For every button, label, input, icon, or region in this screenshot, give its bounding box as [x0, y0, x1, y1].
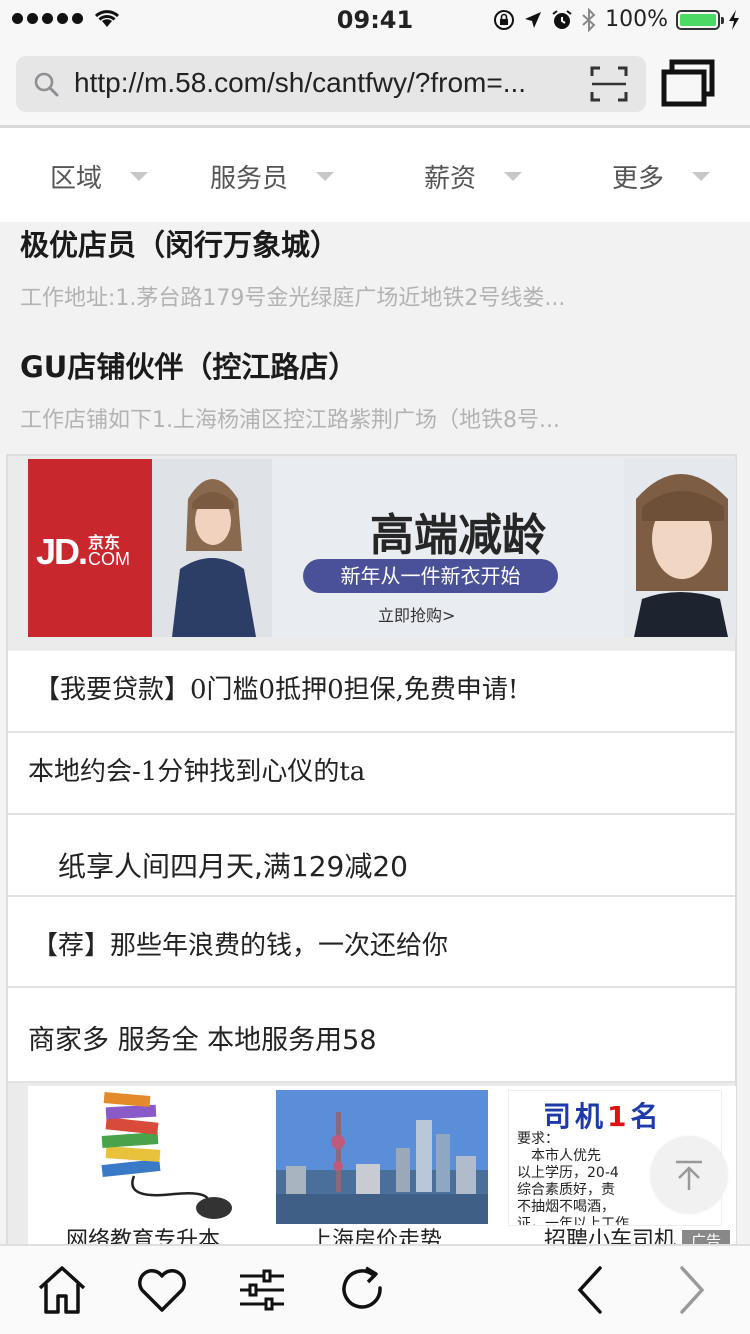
jd-logo-com: COM [88, 549, 130, 569]
text-ad-58[interactable]: 商家多 服务全 本地服务用58 [8, 988, 735, 1083]
filter-label: 更多 [612, 164, 665, 194]
charging-bolt-icon [729, 9, 739, 30]
banner-headline: 高端减龄 [370, 510, 546, 561]
chevron-down-icon [504, 172, 523, 181]
orientation-lock-icon [494, 9, 515, 30]
thumbnail-ads: 司机1名 要求： 本市人优先 以上学历，20-4 综合素质好，责 不抽烟不喝酒，… [28, 1086, 736, 1253]
filter-label: 区域 [50, 164, 103, 194]
text-ad-label: 商家多 服务全 本地服务用58 [28, 1025, 377, 1056]
qr-scan-icon[interactable] [590, 66, 628, 102]
text-ad-dating[interactable]: 本地约会-1分钟找到心仪的ta [8, 733, 735, 815]
driver-ad-heading: 司机1名 [543, 1100, 663, 1133]
model-photo-left [152, 459, 272, 637]
job-description: 工作店铺如下1.上海杨浦区控江路紫荆广场（地铁8号... [20, 408, 560, 433]
address-bar[interactable]: http://m.58.com/sh/cantfwy/?from=... [16, 56, 646, 112]
filter-label: 服务员 [210, 164, 289, 194]
job-listing[interactable]: 极优店员（闵行万象城） 工作地址:1.茅台路179号金光绿庭广场近地铁2号线娄.… [20, 222, 740, 312]
thumb-ad-education[interactable] [44, 1090, 272, 1224]
filter-salary[interactable]: 薪资 [424, 158, 523, 195]
favorite-heart-icon[interactable] [136, 1264, 188, 1316]
search-icon [34, 72, 59, 97]
browser-toolbar: http://m.58.com/sh/cantfwy/?from=... [0, 40, 750, 128]
settings-sliders-icon[interactable] [236, 1264, 288, 1316]
driver-ad-body: 要求： 本市人优先 以上学历，20-4 综合素质好，责 不抽烟不喝酒， 证，一年… [517, 1131, 629, 1226]
job-description: 工作地址:1.茅台路179号金光绿庭广场近地铁2号线娄... [20, 286, 566, 311]
chevron-down-icon [692, 172, 711, 181]
arrow-up-icon [676, 1160, 702, 1190]
home-icon[interactable] [36, 1264, 88, 1316]
thumb-ad-housing[interactable] [276, 1090, 488, 1224]
battery-percentage: 100% [605, 7, 668, 32]
text-ad-refund[interactable]: 【荐】那些年浪费的钱，一次还给你 [8, 897, 735, 988]
text-ad-label: 【我要贷款】0门槛0抵押0担保,免费申请! [34, 675, 519, 705]
location-arrow-icon [525, 11, 542, 28]
filter-region[interactable]: 区域 [50, 158, 149, 195]
banner-cta[interactable]: 立即抢购> [378, 602, 455, 626]
forward-arrow-icon[interactable] [664, 1264, 716, 1316]
filter-position[interactable]: 服务员 [210, 158, 335, 195]
job-title: 极优店员（闵行万象城） [20, 228, 340, 262]
url-text[interactable]: http://m.58.com/sh/cantfwy/?from=... [74, 67, 564, 99]
filter-label: 薪资 [424, 164, 477, 194]
text-ad-paper[interactable]: 纸享人间四月天,满129减20 [8, 815, 735, 897]
job-listing[interactable]: GU店铺伙伴（控江路店） 工作店铺如下1.上海杨浦区控江路紫荆广场（地铁8号..… [20, 344, 740, 434]
model-photo-right [624, 459, 736, 637]
filter-more[interactable]: 更多 [612, 158, 711, 195]
status-right: 100% [493, 7, 740, 32]
scroll-to-top-button[interactable] [650, 1136, 728, 1214]
text-ad-loan[interactable]: 【我要贷款】0门槛0抵押0担保,免费申请! [8, 651, 735, 733]
alarm-icon [552, 9, 572, 29]
books-mouse-image [44, 1090, 272, 1224]
bluetooth-icon [582, 7, 596, 32]
banner-subline: 新年从一件新衣开始 [303, 559, 558, 593]
chevron-down-icon [316, 172, 335, 181]
text-ad-label: 纸享人间四月天,满129减20 [58, 850, 408, 883]
bottom-toolbar [0, 1244, 750, 1334]
jd-logo: JD. 京东 COM [28, 459, 152, 637]
tabs-icon[interactable] [660, 58, 716, 110]
chevron-down-icon [130, 172, 149, 181]
text-ad-label: 本地约会-1分钟找到心仪的ta [28, 757, 366, 787]
back-arrow-icon[interactable] [566, 1264, 618, 1316]
job-title: GU店铺伙伴（控江路店） [20, 350, 358, 384]
filter-bar: 区域 服务员 薪资 更多 [0, 128, 750, 222]
jd-banner-ad[interactable]: JD. 京东 COM 高端减龄 新年从一件新衣开始 立即抢购> [28, 459, 736, 637]
shanghai-skyline-image [276, 1090, 488, 1224]
status-bar: 09:41 100% [0, 0, 750, 40]
refresh-icon[interactable] [336, 1264, 388, 1316]
jd-logo-mark: JD. [36, 531, 88, 572]
text-ad-label: 【荐】那些年浪费的钱，一次还给你 [32, 931, 449, 961]
battery-icon [676, 9, 724, 30]
